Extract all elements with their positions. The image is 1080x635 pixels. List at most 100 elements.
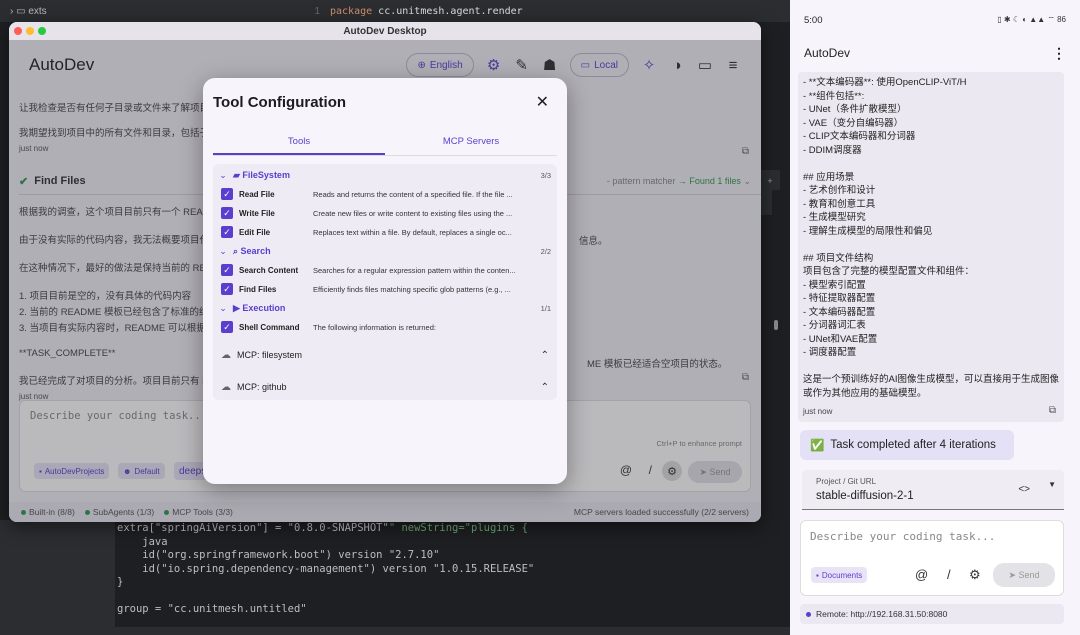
folder-icon: ▭ bbox=[16, 5, 26, 17]
editor-scrollbar[interactable] bbox=[772, 190, 780, 610]
scrollbar-thumb[interactable] bbox=[774, 320, 778, 330]
send-icon: ➤ bbox=[1008, 569, 1016, 580]
phone-message-line: - **组件包括**: bbox=[803, 90, 865, 102]
project-label: Project / Git URL bbox=[816, 477, 877, 486]
phone-message-line: ## 应用场景 bbox=[803, 171, 855, 183]
check-icon: ✅ bbox=[810, 440, 825, 452]
remote-server-status: Remote: http://192.168.31.50:8080 bbox=[800, 604, 1064, 624]
code-line: id("io.spring.dependency-management") ve… bbox=[117, 562, 535, 575]
category-filesystem[interactable]: ⌄ ▰ FileSystem 3/3 bbox=[213, 166, 557, 184]
status-icons: ▯ ✱ ☾ ◐ ▲▲ ⌔ 86 bbox=[997, 15, 1066, 24]
phone-message-line: - 艺术创作和设计 bbox=[803, 185, 876, 196]
checkbox[interactable]: ✓ bbox=[221, 226, 233, 238]
phone-message-line: - DDIM调度器 bbox=[803, 144, 862, 156]
minimize-window-button[interactable] bbox=[26, 27, 34, 35]
mobile-app: 5:00 ▯ ✱ ☾ ◐ ▲▲ ⌔ 86 AutoDev ⋮ - **文本编码器… bbox=[790, 0, 1080, 635]
ide-status-bar bbox=[0, 627, 790, 635]
settings-icon[interactable]: ⚙ bbox=[969, 567, 981, 583]
project-selector[interactable]: Project / Git URL stable-diffusion-2-1 <… bbox=[802, 470, 1064, 510]
phone-message-line: 项目包含了完整的模型配置文件和组件： bbox=[803, 266, 975, 277]
code-line: extra["springAiVersion"] = "0.8.0-SNAPSH… bbox=[117, 522, 528, 534]
phone-message-line: - 教育和创意工具 bbox=[803, 198, 876, 210]
phone-message-line: - VAE（变分自编码器） bbox=[803, 117, 904, 129]
chevron-up-icon: ⌃ bbox=[540, 349, 549, 361]
code-icon[interactable]: <> bbox=[1018, 484, 1030, 495]
documents-chip[interactable]: ▪ Documents bbox=[811, 567, 868, 583]
phone-time: 5:00 bbox=[804, 14, 823, 26]
chevron-up-icon: ⌃ bbox=[540, 381, 549, 393]
window-title-bar: AutoDev Desktop bbox=[9, 22, 761, 40]
slash-command-icon[interactable]: / bbox=[947, 567, 951, 582]
close-icon[interactable]: ✕ bbox=[536, 92, 549, 112]
phone-message-line: - 特征提取器配置 bbox=[803, 293, 876, 304]
cloud-icon: ☁ bbox=[221, 349, 231, 361]
tool-row: ✓ Shell Command The following informatio… bbox=[213, 318, 557, 336]
code-line: java bbox=[117, 535, 168, 548]
tool-configuration-dialog: Tool Configuration ✕ Tools MCP Servers ⌄… bbox=[203, 78, 567, 484]
line-number: 1 bbox=[314, 5, 320, 17]
tab-mcp-servers[interactable]: MCP Servers bbox=[385, 130, 557, 155]
chevron-down-icon: ⌄ bbox=[219, 302, 227, 313]
chevron-down-icon: ⌄ bbox=[219, 245, 227, 256]
play-icon: ▶ bbox=[233, 302, 243, 313]
code-line: id("org.springframework.boot") version "… bbox=[117, 549, 440, 561]
dialog-tabs: Tools MCP Servers bbox=[213, 130, 557, 156]
overflow-menu-icon[interactable]: ⋮ bbox=[1052, 45, 1066, 62]
dropdown-arrow-icon[interactable]: ▼ bbox=[1048, 480, 1056, 489]
ide-project-panel bbox=[0, 520, 115, 635]
copy-icon[interactable]: ⧉ bbox=[1049, 405, 1056, 416]
tool-row: ✓ Edit File Replaces text within a file.… bbox=[213, 223, 557, 241]
chevron-down-icon: ⌄ bbox=[219, 169, 227, 180]
phone-message-line: ## 项目文件结构 bbox=[803, 252, 874, 264]
phone-message-line: - CLIP文本编码器和分词器 bbox=[803, 131, 916, 142]
phone-message-text: - **文本编码器**: 使用OpenCLIP-ViT/H - **组件包括**:… bbox=[803, 76, 1059, 400]
phone-message-line: - **文本编码器**: 使用OpenCLIP-ViT/H bbox=[803, 77, 967, 88]
category-execution[interactable]: ⌄ ▶ Execution 1/1 bbox=[213, 299, 557, 317]
code-line: package cc.unitmesh.agent.render bbox=[330, 5, 523, 17]
phone-task-input[interactable]: Describe your coding task... ▪ Documents … bbox=[800, 520, 1064, 596]
mcp-server-filesystem[interactable]: ☁ MCP: filesystem ⌃ bbox=[213, 343, 557, 367]
phone-input-placeholder: Describe your coding task... bbox=[810, 530, 996, 543]
maximize-window-button[interactable] bbox=[38, 27, 46, 35]
phone-send-button[interactable]: ➤ Send bbox=[993, 563, 1055, 587]
mcp-server-github[interactable]: ☁ MCP: github ⌃ bbox=[213, 375, 557, 399]
checkbox[interactable]: ✓ bbox=[221, 283, 233, 295]
phone-app-title: AutoDev bbox=[804, 46, 851, 60]
window-title: AutoDev Desktop bbox=[343, 25, 427, 37]
folder-icon: ▪ bbox=[816, 570, 819, 580]
phone-message-line: - 模型索引配置 bbox=[803, 279, 866, 291]
phone-message-line: - 分词器词汇表 bbox=[803, 320, 866, 331]
phone-status-bar: 5:00 ▯ ✱ ☾ ◐ ▲▲ ⌔ 86 bbox=[790, 0, 1080, 40]
close-window-button[interactable] bbox=[14, 27, 22, 35]
search-icon: ⌕ bbox=[233, 245, 241, 256]
project-value: stable-diffusion-2-1 bbox=[816, 490, 914, 502]
phone-message-line bbox=[803, 238, 1059, 252]
cloud-icon: ☁ bbox=[221, 381, 231, 393]
category-search[interactable]: ⌄ ⌕ Search 2/2 bbox=[213, 242, 557, 260]
code-editor[interactable]: extra["springAiVersion"] = "0.8.0-SNAPSH… bbox=[115, 520, 775, 620]
tab-tools[interactable]: Tools bbox=[213, 130, 385, 155]
tool-row: ✓ Read File Reads and returns the conten… bbox=[213, 185, 557, 203]
task-complete-badge: ✅ Task completed after 4 iterations bbox=[800, 430, 1014, 460]
code-line: } bbox=[117, 576, 124, 588]
dialog-title: Tool Configuration bbox=[213, 94, 347, 111]
phone-message-line: - UNet和VAE配置 bbox=[803, 333, 878, 345]
code-line: group = "cc.unitmesh.untitled" bbox=[117, 603, 307, 615]
project-tree-item[interactable]: › ▭ exts bbox=[0, 6, 290, 17]
phone-message-line: - 调度器配置 bbox=[803, 347, 857, 358]
checkbox[interactable]: ✓ bbox=[221, 188, 233, 200]
phone-app-bar: AutoDev ⋮ bbox=[790, 40, 1080, 66]
tool-row: ✓ Write File Create new files or write c… bbox=[213, 204, 557, 222]
phone-message-line bbox=[803, 360, 1059, 374]
phone-message-line bbox=[803, 157, 1059, 171]
checkbox[interactable]: ✓ bbox=[221, 264, 233, 276]
phone-message-line: - 生成模型研究 bbox=[803, 212, 866, 223]
ide-tab-strip: › ▭ exts 1 package cc.unitmesh.agent.ren… bbox=[0, 0, 790, 22]
phone-message-card: - **文本编码器**: 使用OpenCLIP-ViT/H - **组件包括**:… bbox=[798, 72, 1064, 422]
timestamp: just now bbox=[803, 407, 833, 416]
checkbox[interactable]: ✓ bbox=[221, 207, 233, 219]
phone-message-line: - UNet（条件扩散模型） bbox=[803, 104, 907, 115]
checkbox[interactable]: ✓ bbox=[221, 321, 233, 333]
at-mention-icon[interactable]: @ bbox=[915, 567, 928, 582]
